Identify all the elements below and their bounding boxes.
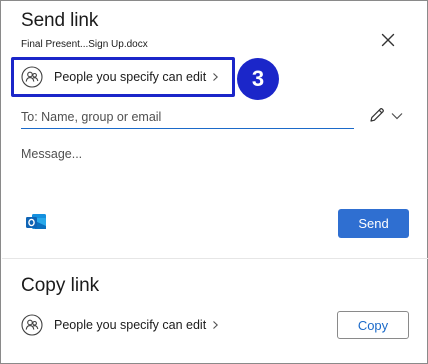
step-number-badge: 3: [237, 58, 279, 100]
chevron-down-icon: [391, 113, 403, 120]
message-input[interactable]: [21, 147, 406, 197]
send-link-dialog: Send link Final Present...Sign Up.docx P…: [0, 0, 428, 364]
file-name: Final Present...Sign Up.docx: [21, 39, 148, 50]
section-divider: [2, 258, 428, 259]
copy-permission-label: People you specify can edit: [54, 318, 207, 332]
outlook-icon[interactable]: [25, 212, 47, 232]
chevron-right-icon: [212, 72, 219, 82]
permission-label: People you specify can edit: [54, 70, 207, 84]
copy-link-title: Copy link: [21, 275, 100, 296]
copy-button[interactable]: Copy: [337, 311, 409, 339]
copy-link-permission-selector[interactable]: People you specify can edit: [14, 310, 234, 340]
close-icon: [381, 33, 395, 47]
link-permission-selector[interactable]: People you specify can edit: [14, 60, 232, 94]
send-button[interactable]: Send: [338, 209, 409, 238]
people-icon: [21, 66, 43, 88]
recipient-input[interactable]: [21, 105, 354, 129]
close-button[interactable]: [376, 28, 400, 52]
dialog-title: Send link: [21, 10, 99, 31]
edit-permission-button[interactable]: [368, 106, 386, 124]
people-icon: [21, 314, 43, 336]
permission-dropdown[interactable]: [390, 109, 404, 121]
pencil-icon: [370, 108, 384, 122]
chevron-right-icon: [212, 320, 219, 330]
